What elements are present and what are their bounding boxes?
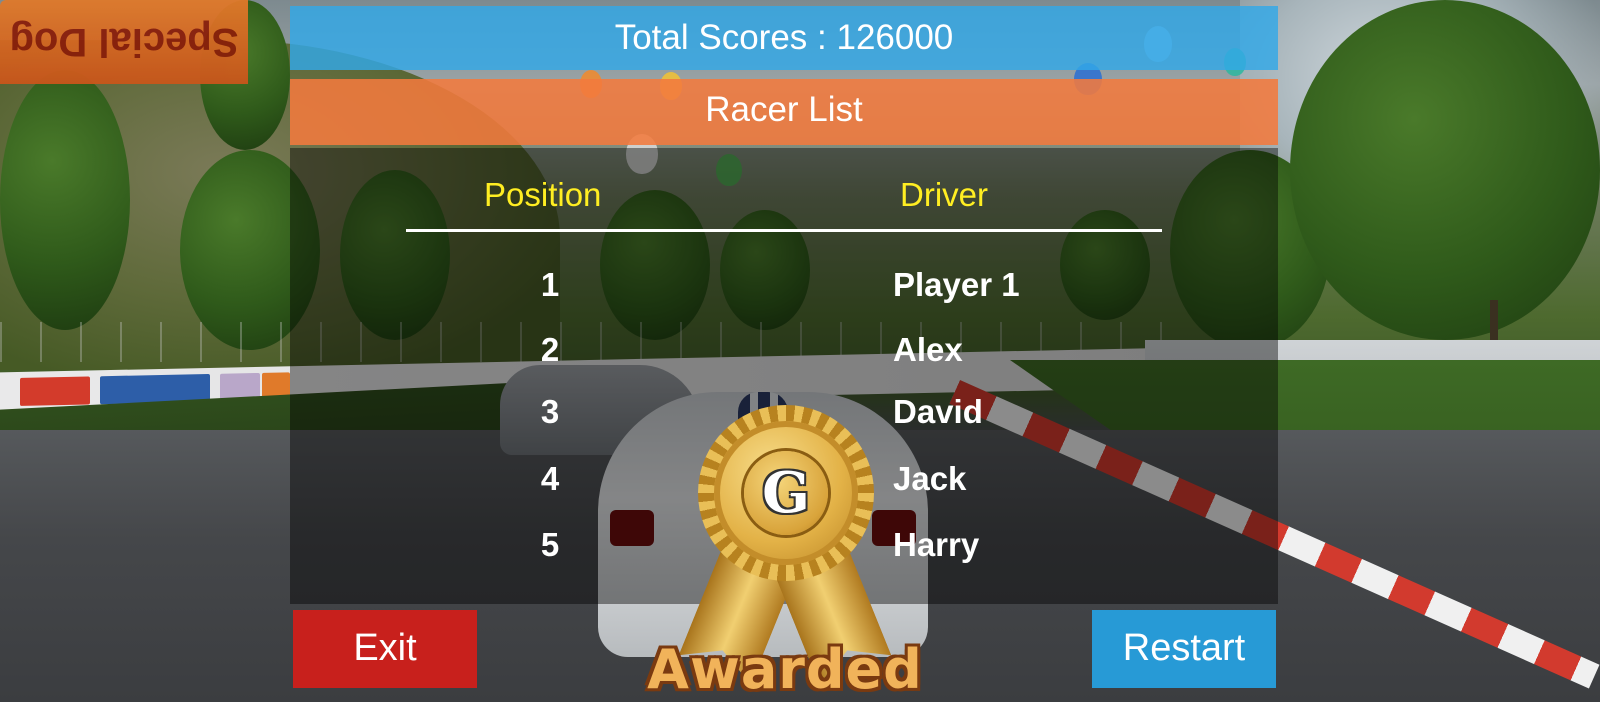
header-divider: [406, 229, 1162, 232]
position-cell: 2: [540, 331, 560, 368]
driver-header: Driver: [900, 176, 988, 213]
table-row: 2 Alex: [0, 331, 1600, 397]
exit-button[interactable]: Exit: [293, 610, 477, 688]
driver-cell: Alex: [893, 331, 963, 368]
restart-button[interactable]: Restart: [1092, 610, 1276, 688]
driver-cell: Player 1: [893, 266, 1020, 303]
racer-list-bar: Racer List: [290, 79, 1278, 145]
position-cell: 1: [540, 266, 560, 303]
billboard: Special Dog: [0, 0, 248, 84]
total-scores-text: Total Scores : 126000: [614, 18, 954, 57]
position-cell: 4: [540, 460, 560, 497]
racer-list-title: Racer List: [705, 90, 863, 129]
position-cell: 3: [540, 393, 560, 430]
awarded-label: Awarded: [647, 638, 923, 701]
total-scores-bar: Total Scores : 126000: [290, 6, 1278, 70]
medal-letter: G: [762, 460, 810, 526]
position-cell: 5: [540, 526, 560, 563]
table-row: 1 Player 1: [0, 266, 1600, 332]
position-header: Position: [484, 176, 602, 213]
gold-medal-icon: G Awarded: [640, 405, 930, 702]
